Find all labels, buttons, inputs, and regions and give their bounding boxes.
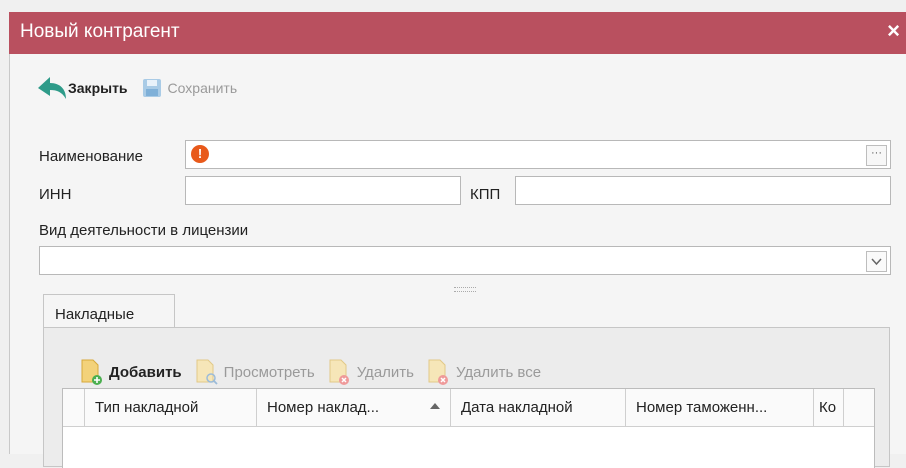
name-browse-button[interactable]: ··· — [866, 145, 887, 166]
invoice-number-header-label: Номер наклад... — [267, 399, 380, 416]
close-dialog-button[interactable]: × — [887, 18, 900, 44]
save-button[interactable]: Сохранить — [142, 78, 238, 98]
kpp-label: КПП — [470, 186, 501, 203]
delete-all-invoices-button[interactable]: Удалить все — [426, 358, 541, 386]
dialog-title: Новый контрагент — [20, 21, 180, 42]
splitter-handle[interactable] — [454, 287, 476, 292]
column-header-customs-number[interactable]: Номер таможенн... — [626, 389, 814, 426]
chevron-down-icon — [871, 258, 882, 266]
invoices-panel: Добавить Просмотреть Удалить Удалить все… — [43, 327, 890, 468]
close-button[interactable]: Закрыть — [36, 74, 128, 102]
activity-select[interactable] — [39, 246, 891, 275]
dialog-titlebar: Новый контрагент × — [9, 12, 906, 54]
delete-all-documents-icon — [428, 359, 448, 385]
add-invoice-label: Добавить — [109, 363, 182, 381]
tab-invoices[interactable]: Накладные — [43, 294, 175, 327]
add-document-icon — [81, 359, 102, 385]
close-button-label: Закрыть — [68, 80, 128, 96]
invoices-toolbar: Добавить Просмотреть Удалить Удалить все — [79, 358, 553, 386]
column-header-invoice-type[interactable]: Тип накладной — [85, 389, 257, 426]
view-invoice-button[interactable]: Просмотреть — [194, 358, 315, 386]
delete-invoice-button[interactable]: Удалить — [327, 358, 414, 386]
inn-field[interactable] — [185, 176, 461, 205]
required-error-icon: ! — [191, 145, 209, 163]
kpp-field[interactable] — [515, 176, 891, 205]
activity-dropdown-button[interactable] — [866, 251, 887, 272]
name-label: Наименование — [39, 148, 143, 165]
inn-label: ИНН — [39, 186, 72, 203]
main-toolbar: Закрыть Сохранить — [36, 74, 245, 102]
add-invoice-button[interactable]: Добавить — [79, 358, 182, 386]
name-field[interactable]: ! ··· — [185, 140, 891, 169]
back-arrow-icon — [38, 77, 66, 99]
delete-all-invoices-label: Удалить все — [455, 363, 542, 381]
sort-ascending-icon — [430, 403, 440, 409]
floppy-disk-icon — [142, 79, 161, 97]
view-invoice-label: Просмотреть — [223, 363, 315, 381]
column-header-invoice-date[interactable]: Дата накладной — [451, 389, 626, 426]
table-header-row: Тип накладной Номер наклад... Дата накла… — [63, 389, 874, 427]
view-document-icon — [196, 359, 218, 385]
delete-document-icon — [329, 359, 349, 385]
row-selector-header[interactable] — [63, 389, 85, 426]
activity-label: Вид деятельности в лицензии — [39, 222, 249, 239]
invoices-table: Тип накладной Номер наклад... Дата накла… — [62, 388, 875, 468]
dialog-body: Закрыть Сохранить Наименование ! ··· ИНН… — [9, 54, 906, 468]
save-button-label: Сохранить — [167, 80, 238, 96]
column-header-truncated[interactable]: Ко — [814, 389, 844, 426]
column-header-invoice-number[interactable]: Номер наклад... — [257, 389, 451, 426]
delete-invoice-label: Удалить — [356, 363, 414, 381]
